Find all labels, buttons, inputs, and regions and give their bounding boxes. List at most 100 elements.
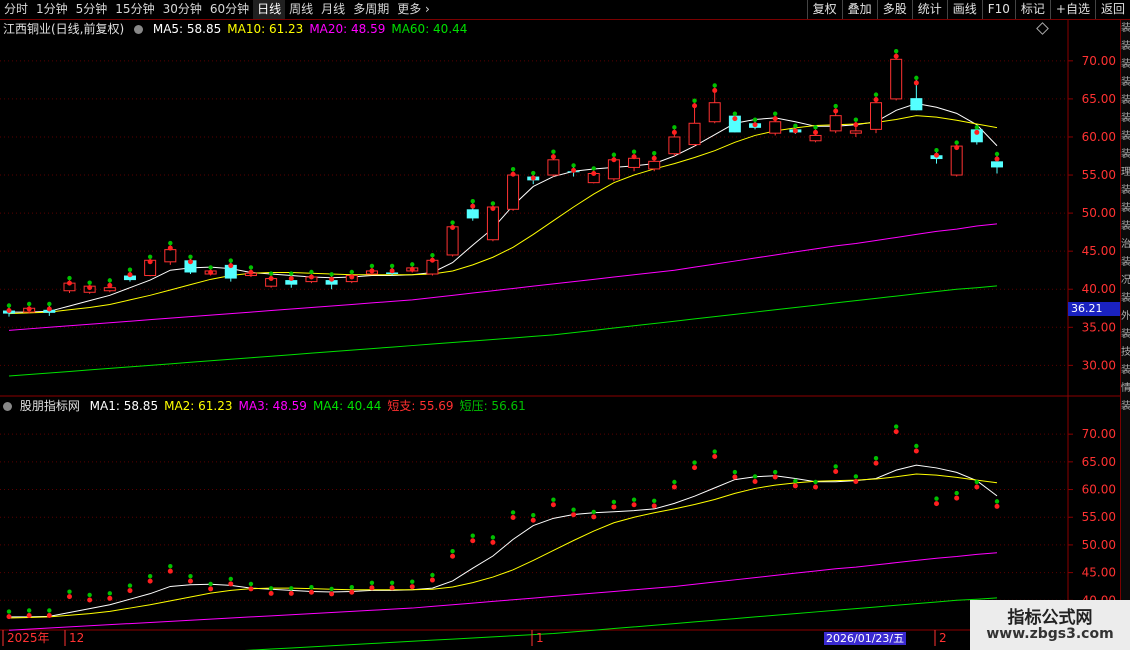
sub-indicator-title[interactable]: 股朋指标网 bbox=[20, 399, 80, 413]
main-resistance-dot bbox=[853, 117, 859, 122]
main-support-dot bbox=[187, 259, 193, 265]
side-info-strip[interactable]: 装装装装装装装装理装装装治装况装外装技装情装 bbox=[1120, 20, 1130, 640]
kline-chart[interactable]: 30.00 35.00 40.00 45.00 50.00 55.00 60.00 65.00… bbox=[0, 0, 1130, 650]
tool-button[interactable]: 返回 bbox=[1094, 0, 1130, 19]
period-tab[interactable]: 周线 bbox=[285, 0, 317, 19]
tool-button[interactable]: 复权 bbox=[806, 0, 842, 19]
main-resistance-dot bbox=[127, 267, 133, 272]
main-support-dot bbox=[651, 155, 657, 161]
side-strip-char: 装 bbox=[1121, 203, 1130, 214]
main-resistance-dot bbox=[752, 117, 758, 122]
sub-resistance-dot bbox=[994, 499, 1000, 504]
main-support-dot bbox=[792, 128, 798, 134]
period-tabs: 分时 1分钟 5分钟 15分钟 30分钟 60分钟 日线 周线 月线 多周期 更多 › bbox=[0, 0, 434, 19]
price-tick-label: 60.00 bbox=[1082, 130, 1116, 144]
sub-support-dot bbox=[591, 514, 597, 520]
candle-body-up bbox=[446, 226, 459, 256]
indicator-value: MA20: 48.59 bbox=[309, 22, 386, 36]
sub-support-dot bbox=[934, 501, 940, 507]
sub-support-dot bbox=[550, 502, 556, 508]
sub-resistance-dot bbox=[470, 533, 475, 538]
candle-body-up bbox=[950, 145, 963, 176]
sub-resistance-dot bbox=[531, 513, 536, 518]
main-support-dot bbox=[127, 272, 133, 278]
sub-indicator-settings-icon[interactable] bbox=[3, 402, 12, 411]
sub-resistance-dot bbox=[672, 479, 677, 485]
candle-body-up bbox=[688, 122, 701, 146]
indicator-tick-label: 50.00 bbox=[1082, 538, 1116, 552]
tool-button[interactable]: F10 bbox=[981, 0, 1015, 19]
indicator-value: 短支: 55.69 bbox=[387, 399, 454, 413]
main-support-dot bbox=[208, 269, 214, 275]
period-tab[interactable]: 分时 bbox=[0, 0, 32, 19]
tool-button[interactable]: 画线 bbox=[946, 0, 982, 19]
main-support-dot bbox=[369, 268, 375, 274]
sub-resistance-dot bbox=[571, 507, 576, 512]
main-resistance-dot bbox=[954, 140, 959, 145]
sub-resistance-dot bbox=[914, 443, 919, 449]
main-resistance-dot bbox=[470, 199, 475, 204]
side-strip-char: 装 bbox=[1121, 293, 1130, 304]
tool-button[interactable]: 多股 bbox=[876, 0, 912, 19]
sub-resistance-dot bbox=[773, 469, 778, 475]
sub-support-dot bbox=[571, 512, 577, 518]
indicator-settings-icon[interactable] bbox=[134, 25, 144, 34]
main-resistance-dot bbox=[773, 111, 778, 116]
tool-button[interactable]: 叠加 bbox=[841, 0, 877, 19]
period-tab[interactable]: 多周期 bbox=[349, 0, 393, 19]
side-strip-char: 装 bbox=[1121, 41, 1130, 52]
side-strip-char: 装 bbox=[1121, 95, 1130, 106]
side-strip-char: 装 bbox=[1121, 365, 1130, 376]
sub-support-dot bbox=[470, 538, 476, 544]
main-support-dot bbox=[974, 129, 980, 135]
main-resistance-dot bbox=[87, 280, 92, 285]
main-resistance-dot bbox=[410, 262, 415, 267]
sub-resistance-dot bbox=[168, 563, 173, 569]
side-strip-char: 情 bbox=[1121, 383, 1130, 394]
period-tab[interactable]: 月线 bbox=[317, 0, 349, 19]
stock-title[interactable]: 江西铜业(日线,前复权) bbox=[3, 22, 124, 36]
period-tab[interactable]: 60分钟 bbox=[206, 0, 253, 19]
indicator-value: MA3: 48.59 bbox=[238, 399, 307, 413]
sub-support-dot bbox=[530, 517, 536, 523]
tool-button[interactable]: 统计 bbox=[911, 0, 947, 19]
main-resistance-dot bbox=[893, 49, 899, 54]
tool-button[interactable]: 标记 bbox=[1014, 0, 1050, 19]
candle-body-up bbox=[809, 134, 822, 142]
main-resistance-dot bbox=[793, 123, 798, 129]
main-resistance-dot bbox=[26, 301, 32, 307]
sub-support-dot bbox=[208, 586, 214, 592]
period-tab[interactable]: 更多 › bbox=[393, 0, 434, 19]
main-support-dot bbox=[934, 152, 940, 158]
price-tick-label: 70.00 bbox=[1082, 54, 1116, 68]
sub-resistance-dot bbox=[692, 460, 697, 465]
price-tick-label: 65.00 bbox=[1082, 92, 1116, 106]
main-support-dot bbox=[813, 129, 819, 135]
sub-resistance-dot bbox=[893, 424, 899, 429]
watermark-url: www.zbgs3.com bbox=[986, 626, 1114, 642]
time-axis-label: 2025年 bbox=[7, 631, 50, 645]
main-support-dot bbox=[87, 285, 93, 291]
sub-resistance-dot bbox=[631, 497, 637, 502]
sub-support-dot bbox=[46, 612, 52, 618]
main-resistance-dot bbox=[631, 149, 637, 154]
candle-body-up bbox=[547, 159, 560, 176]
side-strip-char: 装 bbox=[1121, 401, 1130, 412]
period-tab[interactable]: 日线 bbox=[253, 0, 286, 19]
sub-resistance-dot bbox=[389, 580, 395, 585]
period-tab[interactable]: 1分钟 bbox=[32, 0, 72, 19]
sub-resistance-dot bbox=[127, 583, 133, 588]
main-resistance-dot bbox=[289, 271, 294, 276]
main-support-dot bbox=[26, 306, 32, 312]
candle-body-up bbox=[769, 121, 782, 134]
main-support-dot bbox=[66, 280, 72, 286]
period-tab[interactable]: 5分钟 bbox=[72, 0, 112, 19]
tool-button[interactable]: +自选 bbox=[1049, 0, 1095, 19]
period-tab[interactable]: 15分钟 bbox=[111, 0, 158, 19]
main-support-dot bbox=[692, 103, 698, 109]
period-tab[interactable]: 30分钟 bbox=[159, 0, 206, 19]
main-support-dot bbox=[994, 156, 1000, 162]
main-support-dot bbox=[853, 122, 859, 128]
crosshair-date-label: 2026/01/23/五 bbox=[824, 632, 907, 645]
sub-support-dot bbox=[913, 448, 919, 454]
